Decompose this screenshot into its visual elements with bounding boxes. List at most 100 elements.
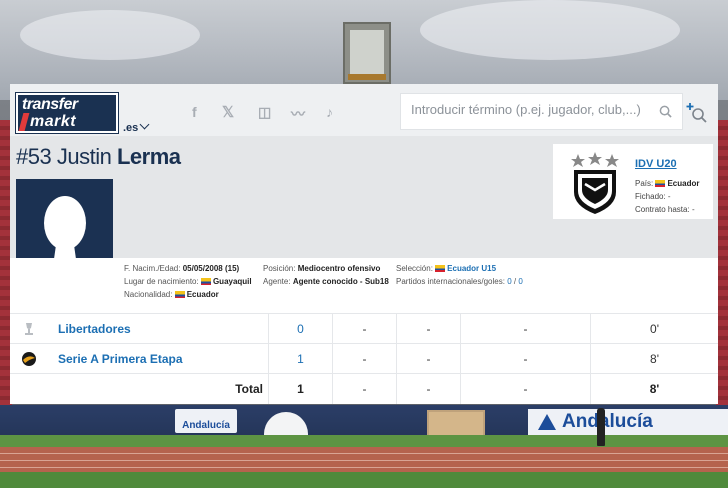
x-twitter-icon[interactable]: 𝕏 (222, 103, 234, 121)
birthplace-field: Lugar de nacimiento: Guayaquil (124, 277, 252, 286)
stat-value: - (523, 352, 528, 366)
stat-value: - (426, 382, 431, 396)
minutes-cell: 8' (590, 344, 718, 374)
logo-stripe (18, 113, 30, 131)
stat-value: - (523, 322, 528, 336)
player-number: #53 (16, 144, 52, 169)
stat-cell: - (332, 374, 396, 404)
player-panel: #53 Justin Lerma IDV U20 País: Ecuador F… (10, 136, 718, 404)
agent-label: Agente: (263, 277, 291, 286)
club-contract: - (691, 205, 695, 214)
transfermarkt-logo[interactable]: transfer markt (16, 93, 118, 133)
club-signed: - (667, 192, 671, 201)
nationality-field: Nacionalidad: Ecuador (124, 290, 219, 299)
facebook-icon[interactable]: f (192, 104, 197, 120)
domain-selector[interactable]: .es (123, 122, 138, 134)
caps-field: Partidos internacionales/goles: 0 / 0 (396, 277, 523, 286)
cloud (420, 0, 680, 60)
search-box (400, 93, 683, 130)
logo-text-line2: markt (30, 113, 77, 130)
scoreboard-tower (343, 22, 391, 84)
table-row: Serie A Primera Etapa 1 - - - 8' (10, 343, 718, 374)
total-row: Total 1 - - - 8' (10, 373, 718, 404)
apps-value[interactable]: 0 (297, 322, 304, 336)
birth-value: 05/05/2008 (15) (182, 264, 240, 273)
club-country: Ecuador (667, 179, 700, 188)
player-first-name: Justin (56, 144, 112, 169)
rss-icon[interactable]: 〰 (291, 104, 305, 124)
player-info: F. Nacim./Edad: 05/05/2008 (15) Lugar de… (10, 258, 718, 313)
grass (0, 435, 728, 447)
birthplace-value: Guayaquil (212, 277, 252, 286)
club-name-link[interactable]: IDV U20 (635, 158, 677, 170)
birthplace-label: Lugar de nacimiento: (124, 277, 199, 286)
club-country-label: País: (635, 179, 654, 188)
caps-label: Partidos internacionales/goles: (396, 277, 505, 286)
stat-cell: - (460, 374, 590, 404)
chevron-down-icon[interactable] (139, 119, 150, 130)
goals-link[interactable]: 0 (518, 277, 522, 286)
selection-field: Selección: Ecuador U15 (396, 264, 496, 273)
club-contract-line: Contrato hasta: - (635, 205, 695, 214)
club-country-line: País: Ecuador (635, 179, 699, 188)
stat-value: - (523, 382, 528, 396)
position-value: Mediocentro ofensivo (297, 264, 381, 273)
minutes-cell: 0' (590, 314, 718, 344)
instagram-icon[interactable]: ◫ (258, 104, 271, 121)
position-label: Posición: (263, 264, 296, 273)
stat-cell: - (396, 314, 460, 344)
stat-value: - (362, 352, 367, 366)
apps-cell[interactable]: 1 (268, 344, 332, 374)
birth-field: F. Nacim./Edad: 05/05/2008 (15) (124, 264, 239, 273)
ecuador-flag-icon (435, 265, 446, 272)
advanced-search-icon[interactable] (686, 102, 708, 124)
nationality-label: Nacionalidad: (124, 290, 173, 299)
table-row: Libertadores 0 - - - 0' (10, 313, 718, 344)
agent-field: Agente: Agente conocido - Sub18 (263, 277, 389, 286)
stat-value: - (362, 382, 367, 396)
total-apps-value: 1 (297, 382, 304, 396)
competition-link[interactable]: Serie A Primera Etapa (58, 352, 183, 366)
total-minutes-value: 8' (649, 382, 660, 396)
stat-value: - (362, 322, 367, 336)
selection-label: Selección: (396, 264, 433, 273)
stat-cell: - (396, 374, 460, 404)
ecuador-flag-icon (655, 180, 666, 187)
tiktok-icon[interactable]: ♪ (326, 104, 333, 120)
running-track (0, 447, 728, 472)
apps-value[interactable]: 1 (297, 352, 304, 366)
logo-text-line1: transfer (22, 96, 78, 113)
nationality-value: Ecuador (186, 290, 219, 299)
ad-board-andalucia-large: Andalucía (528, 409, 728, 435)
stats-table: Libertadores 0 - - - 0' Serie A Primera … (10, 313, 718, 404)
cloud (20, 10, 200, 60)
club-signed-line: Fichado: - (635, 192, 671, 201)
total-apps-cell: 1 (268, 374, 332, 404)
club-signed-label: Fichado: (635, 192, 666, 201)
selection-link[interactable]: Ecuador U15 (447, 264, 496, 273)
apps-cell[interactable]: 0 (268, 314, 332, 344)
search-icon[interactable] (659, 105, 672, 118)
total-label: Total (235, 382, 263, 396)
minutes-value: 0' (650, 322, 659, 336)
caps-separator: / (513, 277, 517, 286)
ecuador-flag-icon (200, 278, 211, 285)
stat-cell: - (396, 344, 460, 374)
club-crest-icon[interactable] (570, 148, 620, 216)
club-card: IDV U20 País: Ecuador Fichado: - Contrat… (553, 144, 713, 219)
grass-foreground (0, 472, 728, 488)
caps-link[interactable]: 0 (507, 277, 511, 286)
stat-value: - (426, 322, 431, 336)
stat-value: - (426, 352, 431, 366)
competition-link[interactable]: Libertadores (58, 322, 131, 336)
stat-cell: - (332, 314, 396, 344)
stat-cell: - (460, 314, 590, 344)
agent-value: Agente conocido - Sub18 (292, 277, 389, 286)
stat-cell: - (332, 344, 396, 374)
club-contract-label: Contrato hasta: (635, 205, 690, 214)
person-figure (597, 408, 605, 446)
search-input[interactable] (411, 102, 651, 117)
birth-label: F. Nacim./Edad: (124, 264, 181, 273)
ad-board-andalucia-small: Andalucía (175, 409, 237, 433)
total-minutes-cell: 8' (590, 374, 718, 404)
